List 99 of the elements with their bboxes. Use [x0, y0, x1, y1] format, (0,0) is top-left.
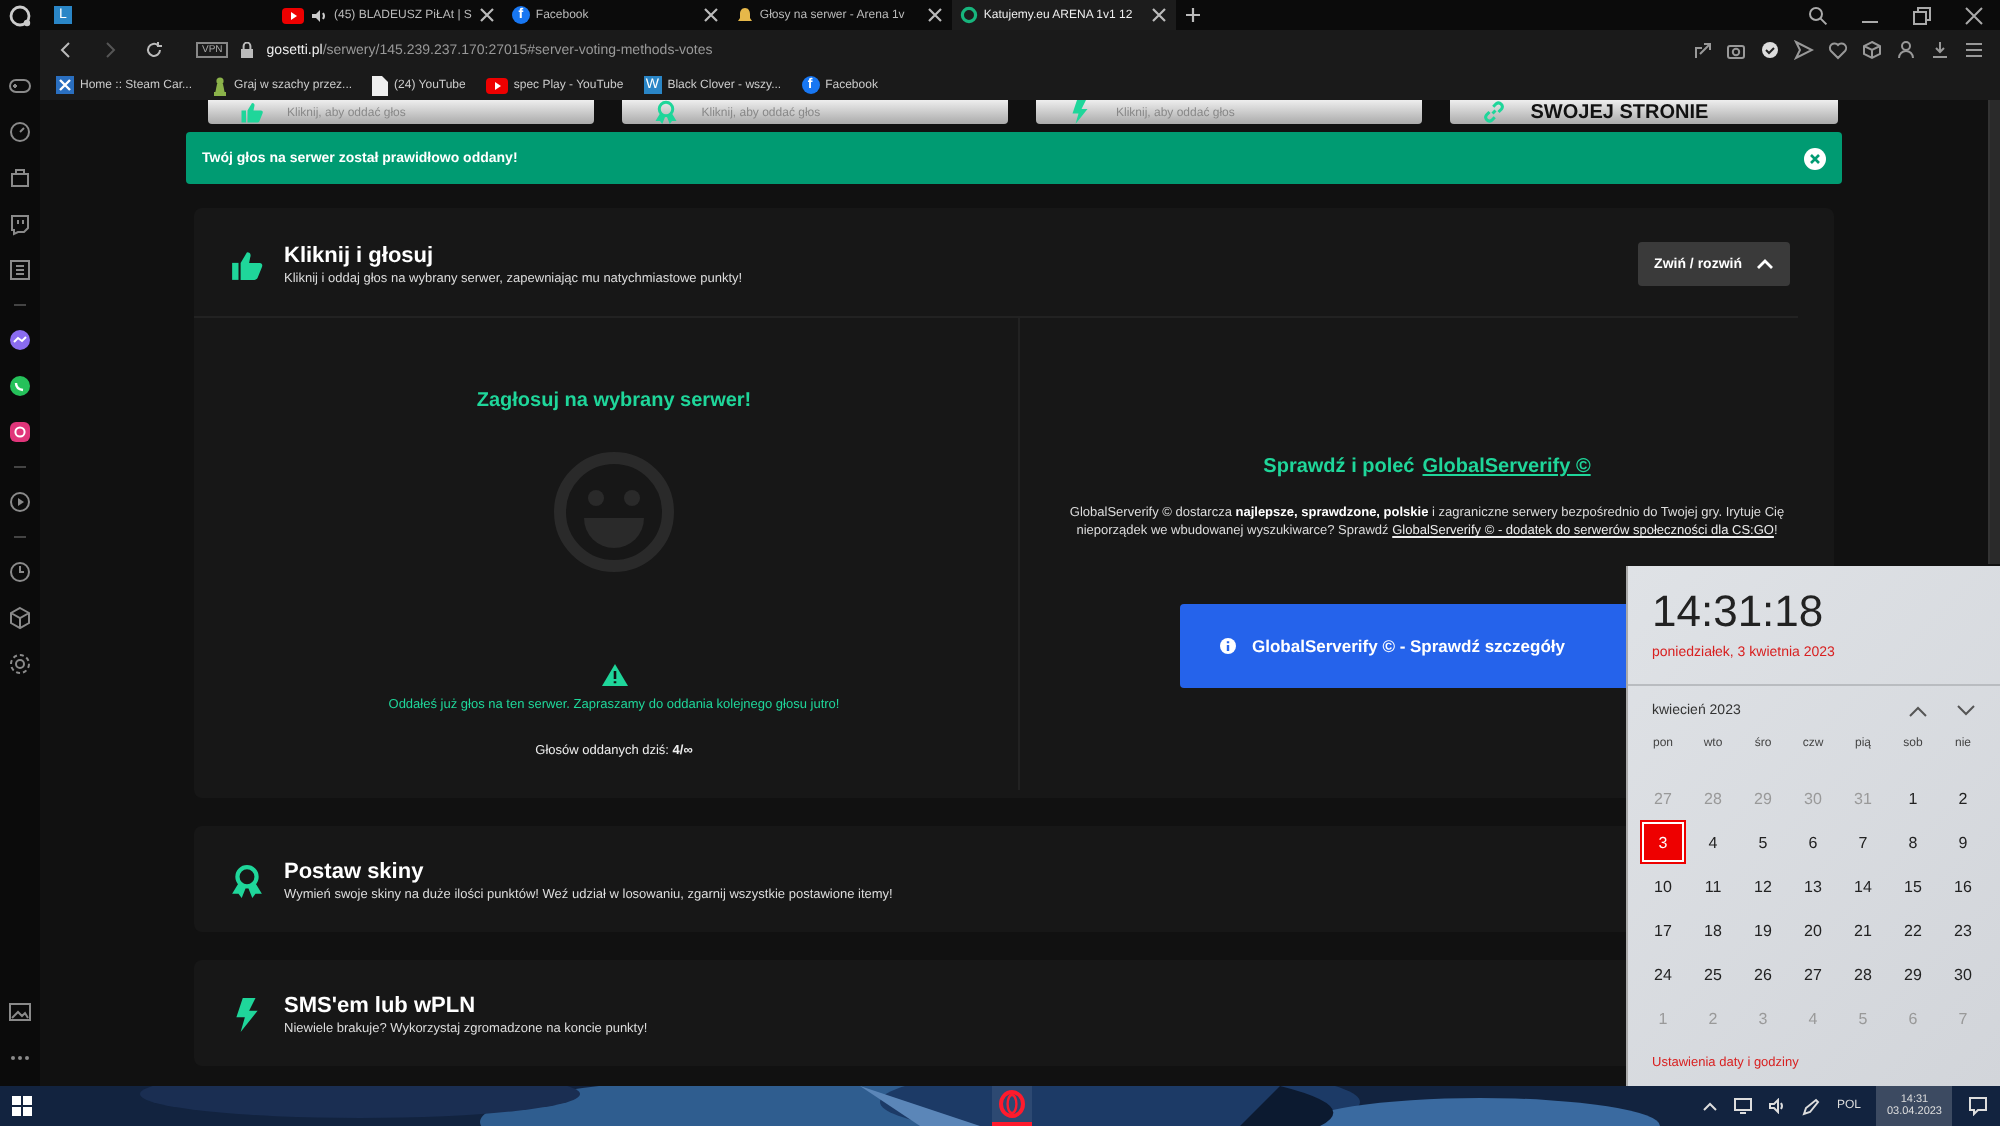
section-title: SMS'em lub wPLN — [284, 994, 476, 1018]
calendar-day[interactable]: 26 — [1742, 954, 1784, 994]
lock-icon — [240, 42, 255, 58]
download-icon[interactable] — [1930, 40, 1950, 60]
monitor-icon[interactable] — [1734, 1098, 1753, 1114]
camera-icon[interactable] — [1726, 40, 1746, 60]
promo-title: Sprawdź i poleć — [1263, 456, 1415, 478]
shield-icon[interactable] — [1760, 40, 1780, 60]
calendar-day[interactable]: 8 — [1892, 822, 1934, 862]
calendar-day[interactable]: 4 — [1692, 822, 1734, 862]
calendar-day[interactable]: 23 — [1942, 910, 1984, 950]
cube-icon[interactable] — [1862, 40, 1882, 60]
promo-link[interactable]: GlobalServerify © — [1422, 456, 1591, 478]
calendar-day[interactable]: 3 — [1642, 822, 1684, 862]
calendar-day[interactable]: 12 — [1742, 866, 1784, 906]
share-icon[interactable] — [1692, 40, 1712, 60]
heart-icon[interactable] — [1828, 40, 1848, 60]
menu-icon[interactable] — [1964, 40, 1984, 60]
calendar-day[interactable]: 14 — [1842, 866, 1884, 906]
square-icon — [56, 76, 74, 94]
send-icon[interactable] — [1794, 40, 1814, 60]
bag-icon[interactable] — [8, 166, 32, 190]
gamepad-icon[interactable] — [8, 74, 32, 98]
ring-icon — [998, 1090, 1026, 1118]
back-icon[interactable] — [56, 40, 76, 60]
clock-time: 14:31:18 — [1652, 588, 1826, 636]
up-icon[interactable] — [1908, 704, 1928, 718]
document-icon — [372, 75, 389, 95]
thumbs-up-icon — [239, 100, 263, 124]
play-icon — [282, 7, 304, 23]
person-icon[interactable] — [1896, 40, 1916, 60]
speaker-icon[interactable] — [1768, 1098, 1787, 1114]
close-icon[interactable] — [1149, 6, 1168, 24]
calendar-day[interactable]: 21 — [1842, 910, 1884, 950]
ribbon-icon — [653, 100, 678, 124]
calendar-day[interactable]: 6 — [1792, 822, 1834, 862]
calendar-day[interactable]: 19 — [1742, 910, 1784, 950]
calendar-day[interactable]: 7 — [1842, 822, 1884, 862]
details-button[interactable]: GlobalServerify © - Sprawdź szczegóły — [1180, 603, 1632, 688]
calendar-day[interactable]: 24 — [1642, 954, 1684, 994]
play-icon — [485, 77, 508, 93]
cube-icon[interactable] — [8, 606, 32, 630]
calendar-day[interactable]: 29 — [1892, 954, 1934, 994]
reload-icon[interactable] — [144, 40, 164, 60]
calendar-day[interactable]: 30 — [1942, 954, 1984, 994]
messenger-icon[interactable] — [8, 328, 32, 352]
calendar-day[interactable]: 15 — [1892, 866, 1934, 906]
down-icon[interactable] — [1956, 704, 1976, 718]
calendar-day[interactable]: 5 — [1742, 822, 1784, 862]
card-title: SWOJEJ STRONIE — [1530, 104, 1709, 124]
calendar-day[interactable]: 22 — [1892, 910, 1934, 950]
close-icon[interactable] — [477, 6, 496, 24]
plus-icon[interactable] — [1183, 6, 1202, 24]
close-icon[interactable] — [1964, 5, 1984, 25]
calendar-day[interactable]: 27 — [1792, 954, 1834, 994]
method-card[interactable]: SWOJEJ STRONIE — [1450, 100, 1837, 124]
ring-icon — [959, 6, 978, 24]
ribbon-icon — [230, 864, 264, 898]
calendar-day[interactable]: 2 — [1942, 778, 1984, 818]
phone-bubble-icon[interactable] — [8, 374, 32, 398]
lightning-icon — [1068, 100, 1092, 124]
info-icon — [1220, 637, 1236, 654]
scrollbar[interactable] — [1988, 100, 2000, 564]
chevron-icon[interactable] — [1702, 1098, 1719, 1114]
gauge-icon[interactable] — [8, 120, 32, 144]
clock-icon[interactable] — [8, 560, 32, 584]
calendar-day[interactable]: 20 — [1792, 910, 1834, 950]
bell-icon — [735, 6, 754, 24]
vote-heading: Zagłosuj na wybrany serwer! — [476, 390, 752, 412]
close-icon[interactable] — [925, 6, 944, 24]
pawn-icon — [212, 75, 229, 95]
section-title: Kliknij i głosuj — [284, 243, 434, 267]
settings-icon[interactable] — [8, 652, 32, 676]
thumbs-up-icon — [230, 247, 264, 281]
section-title: Postaw skiny — [284, 860, 424, 884]
restore-icon[interactable] — [1912, 5, 1932, 25]
warning-icon — [601, 664, 627, 686]
calendar-day[interactable]: 10 — [1642, 866, 1684, 906]
calendar-day[interactable]: 18 — [1692, 910, 1734, 950]
close-icon[interactable] — [701, 6, 720, 24]
search-icon[interactable] — [1808, 5, 1828, 25]
windows-icon[interactable] — [12, 1096, 32, 1116]
calendar-day[interactable]: 17 — [1642, 910, 1684, 950]
notification-icon[interactable] — [1968, 1096, 1988, 1116]
calendar-day[interactable]: 1 — [1892, 778, 1934, 818]
play-icon[interactable] — [8, 490, 32, 514]
camera-icon[interactable] — [8, 420, 32, 444]
link-icon — [1482, 100, 1507, 124]
calendar-day[interactable]: 25 — [1692, 954, 1734, 994]
pen-icon[interactable] — [1802, 1097, 1821, 1115]
calendar-day[interactable]: 11 — [1692, 866, 1734, 906]
chevron-icon — [1756, 258, 1774, 270]
browser-logo[interactable] — [8, 3, 32, 27]
calendar-day[interactable]: 13 — [1792, 866, 1834, 906]
calendar-day[interactable]: 16 — [1942, 866, 1984, 906]
calendar-day[interactable]: 28 — [1842, 954, 1884, 994]
image-icon[interactable] — [8, 1000, 32, 1024]
chat-icon[interactable] — [8, 212, 32, 236]
calendar-day[interactable]: 9 — [1942, 822, 1984, 862]
